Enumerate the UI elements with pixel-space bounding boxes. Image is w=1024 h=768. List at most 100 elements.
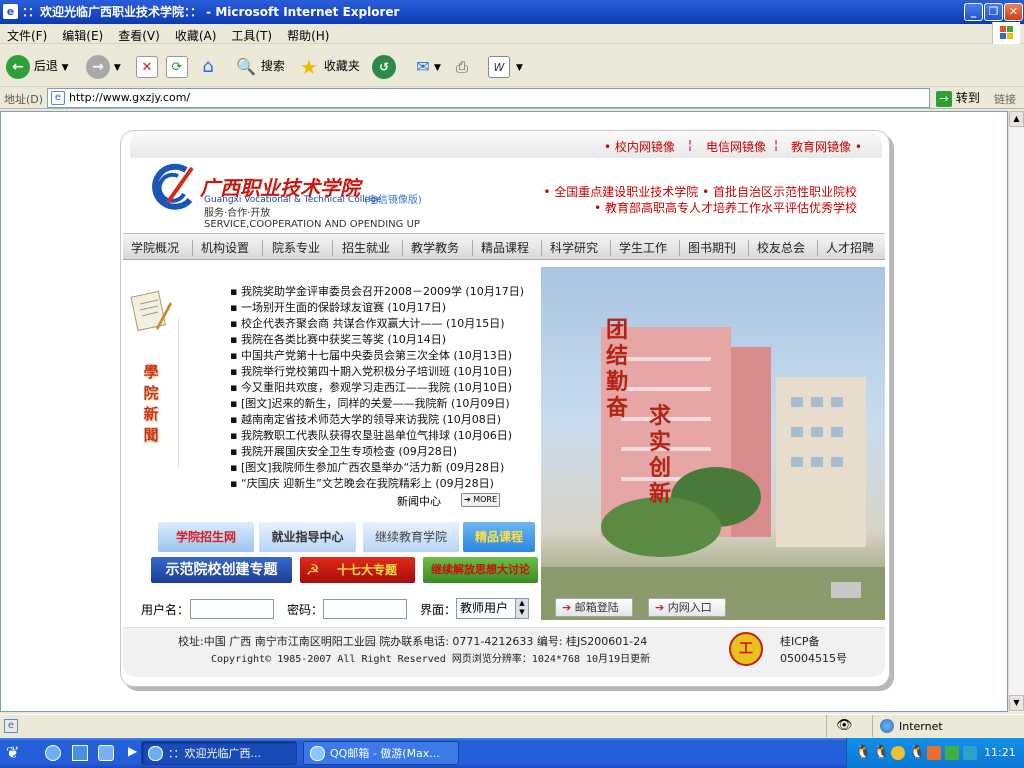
- news-item[interactable]: ▪ 我院奖助学金评审委员会召开2008－2009学 (10月17日): [230, 283, 524, 299]
- back-label: 后退: [33, 59, 58, 73]
- menu-view[interactable]: 查看(V): [111, 24, 168, 44]
- interface-select[interactable]: 教师用户 ▲ ▼: [456, 598, 529, 619]
- police-badge-icon[interactable]: 工: [729, 632, 763, 666]
- print-button[interactable]: ⎙: [451, 53, 473, 79]
- address-label: 地址(D): [4, 93, 44, 106]
- thought-liberation-link[interactable]: 继续解放思想大讨论: [423, 557, 538, 583]
- quality-courses-link[interactable]: 精品课程: [463, 522, 535, 552]
- slogan: 服务·合作·开放 SERVICE,COOPERATION AND OPENDIN…: [204, 208, 420, 230]
- history-button[interactable]: ↺: [372, 53, 396, 79]
- chevron-right-icon[interactable]: ▶: [128, 744, 137, 758]
- nav-alumni[interactable]: 校友总会: [757, 239, 805, 256]
- news-item[interactable]: ▪ 我院在各类比赛中获奖三等奖 (10月14日): [230, 331, 446, 347]
- back-button[interactable]: ← 后退 ▼: [6, 53, 69, 79]
- links-label[interactable]: 链接: [994, 91, 1016, 107]
- icp-line-1[interactable]: 桂ICP备: [780, 633, 820, 649]
- honor-badges: • 全国重点建设职业技术学院 • 首批自治区示范性职业院校 • 教育部高职高专人…: [535, 184, 857, 216]
- username-input[interactable]: [190, 599, 274, 619]
- menu-favorites[interactable]: 收藏(A): [168, 24, 225, 44]
- go-label: 转到: [955, 91, 980, 105]
- forward-button[interactable]: → ▼: [86, 53, 121, 79]
- nav-courses[interactable]: 精品课程: [481, 239, 529, 256]
- news-item[interactable]: ▪ 越南南定省技术师范大学的领导来访我院 (10月08日): [230, 411, 501, 427]
- mirror-telecom-link[interactable]: 电信网镜像: [706, 138, 766, 155]
- more-button[interactable]: ➔ MORE: [461, 493, 500, 507]
- news-item[interactable]: ▪ [图文]迟来的新生，同样的关爱——我院新 (10月09日): [230, 395, 510, 411]
- popup-blocker-icon[interactable]: 👁: [836, 718, 853, 733]
- refresh-button[interactable]: ⟳: [166, 53, 188, 79]
- clock: 11:21: [984, 746, 1016, 759]
- menu-help[interactable]: 帮助(H): [280, 24, 337, 44]
- mirror-campus-link[interactable]: • 校内网镜像: [604, 138, 675, 155]
- scroll-down-icon[interactable]: ▼: [1009, 695, 1024, 711]
- icp-line-2[interactable]: 05004515号: [780, 650, 847, 666]
- nav-departments[interactable]: 院系专业: [272, 239, 320, 256]
- close-button[interactable]: ✕: [1004, 3, 1023, 21]
- nav-student-affairs[interactable]: 学生工作: [619, 239, 667, 256]
- nav-research[interactable]: 科学研究: [550, 239, 598, 256]
- honor-line-1: • 全国重点建设职业技术学院 • 首批自治区示范性职业院校: [543, 185, 857, 199]
- news-section-title: 學院新聞: [143, 363, 159, 444]
- home-button[interactable]: ⌂: [197, 53, 219, 79]
- mail-login-button[interactable]: ➔ 邮箱登陆: [555, 598, 633, 617]
- nav-organization[interactable]: 机构设置: [201, 239, 249, 256]
- url-input[interactable]: e http://www.gxzjy.com/: [47, 88, 930, 108]
- menu-edit[interactable]: 编辑(E): [55, 24, 111, 44]
- edit-button[interactable]: W ▼: [488, 53, 523, 79]
- news-item[interactable]: ▪ 我院开展国庆安全卫生专项检查 (09月28日): [230, 443, 457, 459]
- news-item[interactable]: ▪ 校企代表齐聚会商 共谋合作双赢大计—— (10月15日): [230, 315, 505, 331]
- admissions-site-link[interactable]: 学院招生网: [158, 522, 254, 552]
- congress-17-link[interactable]: ☭ 十七大专题: [300, 557, 415, 583]
- qq-icon[interactable]: 🐧: [909, 745, 925, 760]
- news-item[interactable]: ▪ 一场别开生面的保龄球友谊赛 (10月17日): [230, 299, 446, 315]
- nav-teaching[interactable]: 教学教务: [411, 239, 459, 256]
- nav-admissions[interactable]: 招生就业: [342, 239, 390, 256]
- explorer-quicklaunch-icon[interactable]: [98, 745, 114, 761]
- desktop-quicklaunch-icon[interactable]: [72, 745, 88, 761]
- minimize-button[interactable]: _: [964, 3, 983, 21]
- menu-tools[interactable]: 工具(T): [224, 24, 280, 44]
- scroll-up-icon[interactable]: ▲: [1009, 111, 1024, 127]
- qq-icon[interactable]: 🐧: [855, 745, 871, 760]
- news-item[interactable]: ▪ [图文]我院师生参加广西农垦举办“活力新 (09月28日): [230, 459, 504, 475]
- network-icon[interactable]: [963, 746, 977, 760]
- news-item[interactable]: ▪ 今又重阳共欢度，参观学习走西江——我院 (10月10日): [230, 379, 512, 395]
- go-button[interactable]: → 转到: [936, 89, 980, 107]
- globe-icon: [880, 719, 894, 733]
- continuing-edu-link[interactable]: 继续教育学院: [363, 522, 459, 552]
- career-center-link[interactable]: 就业指导中心: [259, 522, 356, 552]
- taskbar-item-maxthon[interactable]: QQ邮箱 - 傲游(Max...: [303, 741, 459, 765]
- nav-recruitment[interactable]: 人才招聘: [826, 239, 874, 256]
- model-school-link[interactable]: 示范院校创建专题: [151, 557, 292, 583]
- mirror-strip: [130, 132, 882, 158]
- taskbar-item-ie[interactable]: ：：欢迎光临广西...: [141, 741, 297, 765]
- footer-copyright: Copyright© 1985-2007 All Right Reserved …: [211, 654, 651, 665]
- history-icon: ↺: [372, 54, 396, 79]
- password-input[interactable]: [323, 599, 407, 619]
- qq-penguin-icon[interactable]: ❦: [6, 743, 19, 762]
- ie-quicklaunch-icon[interactable]: [45, 745, 61, 761]
- intranet-button[interactable]: ➔ 内网入口: [648, 598, 726, 617]
- news-item[interactable]: ▪ 中国共产党第十七届中央委员会第三次全体 (10月13日): [230, 347, 512, 363]
- restore-button[interactable]: ❐: [984, 3, 1003, 21]
- mirror-edu-link[interactable]: 教育网镜像 •: [791, 138, 862, 155]
- nav-about[interactable]: 学院概况: [131, 239, 179, 256]
- app-tray-icon[interactable]: [927, 746, 941, 760]
- menu-file[interactable]: 文件(F): [0, 24, 55, 44]
- search-button[interactable]: 🔍 搜索: [235, 53, 285, 79]
- mail-button[interactable]: ✉ ▼: [412, 53, 441, 79]
- stop-button[interactable]: ✕: [136, 53, 158, 79]
- motto-right: 求实创新: [648, 404, 671, 507]
- news-item[interactable]: ▪ “庆国庆 迎新生”文艺晚会在我院精彩上 (09月28日): [230, 475, 494, 491]
- app-tray-icon[interactable]: [945, 746, 959, 760]
- news-item[interactable]: ▪ 我院举行党校第四十期入党积极分子培训班 (10月10日): [230, 363, 512, 379]
- messenger-icon[interactable]: [891, 746, 905, 760]
- vertical-scrollbar[interactable]: ▲ ▼: [1008, 111, 1024, 712]
- nav-library[interactable]: 图书期刊: [688, 239, 736, 256]
- news-center-link[interactable]: 新闻中心: [397, 493, 441, 509]
- page-status-icon: e: [4, 719, 18, 733]
- motto-left: 团结勤奋: [605, 318, 628, 421]
- favorites-button[interactable]: ★ 收藏夹: [298, 53, 360, 79]
- news-item[interactable]: ▪ 我院教职工代表队获得农垦驻邕单位气排球 (10月06日): [230, 427, 512, 443]
- qq-icon[interactable]: 🐧: [873, 745, 889, 760]
